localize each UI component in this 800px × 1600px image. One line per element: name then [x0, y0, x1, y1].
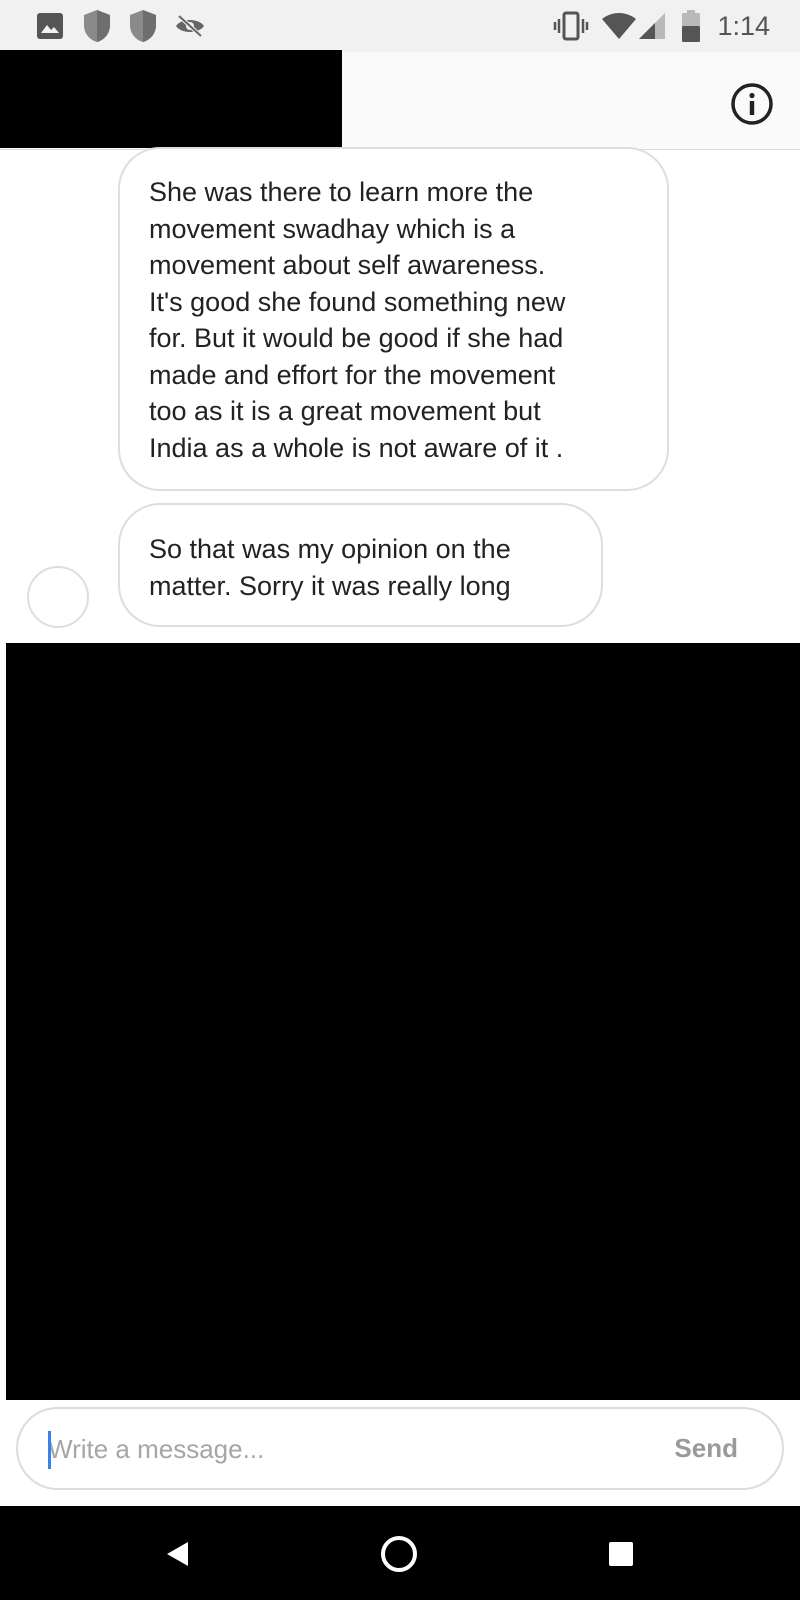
message-input[interactable] — [48, 1427, 638, 1471]
avatar[interactable] — [27, 566, 89, 628]
message-text: She was there to learn more the movement… — [149, 177, 566, 463]
message-bubble[interactable]: So that was my opinion on the matter. So… — [118, 503, 603, 627]
eye-off-icon — [174, 0, 206, 52]
chat-screen: 1:14 She was there to learn more the mov… — [0, 0, 800, 1600]
send-button[interactable]: Send — [674, 1409, 738, 1488]
back-icon[interactable] — [150, 1526, 206, 1582]
info-icon[interactable] — [730, 82, 774, 126]
redacted-title — [0, 50, 342, 148]
recents-icon[interactable] — [593, 1526, 649, 1582]
image-icon — [36, 0, 64, 52]
status-time: 1:14 — [717, 10, 770, 41]
navigation-bar — [0, 1506, 800, 1600]
wifi-icon — [601, 0, 637, 52]
signal-icon — [637, 0, 667, 52]
message-composer: Send — [16, 1407, 784, 1490]
message-bubble[interactable]: She was there to learn more the movement… — [118, 147, 669, 491]
vibrate-icon — [553, 0, 589, 52]
home-icon[interactable] — [371, 1526, 427, 1582]
shield-icon — [82, 0, 112, 52]
battery-icon — [682, 0, 700, 52]
message-text: So that was my opinion on the matter. So… — [149, 534, 511, 601]
status-bar: 1:14 — [0, 0, 800, 52]
shield-icon — [128, 0, 158, 52]
text-caret — [48, 1431, 51, 1469]
redacted-block — [6, 643, 800, 1400]
